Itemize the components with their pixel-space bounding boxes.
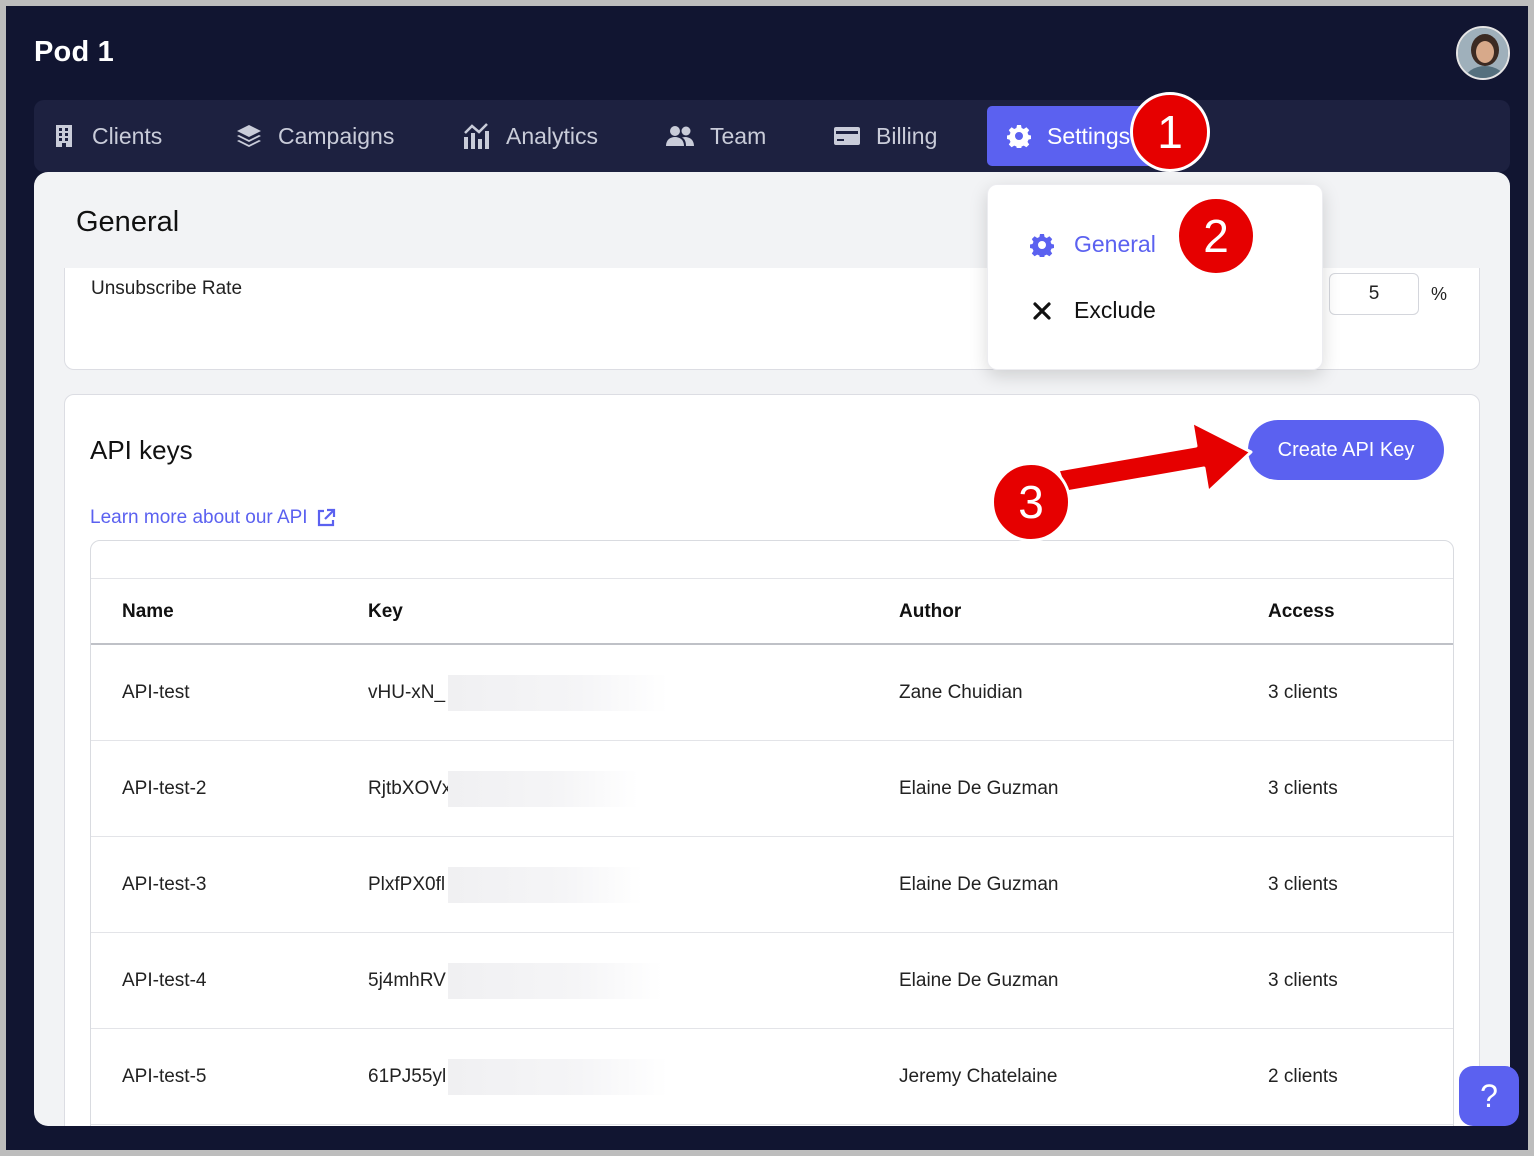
nav-analytics-label: Analytics [506,122,599,149]
users-icon [666,126,694,146]
step-3-badge: 3 [991,462,1071,542]
cell-key: 5j4mhRV [368,970,446,991]
gear-icon [1007,125,1031,148]
app-window: Pod 1 Clients Campaigns Analytics Team B… [6,6,1528,1150]
cell-author: Elaine De Guzman [899,778,1059,799]
nav-billing-label: Billing [876,122,938,149]
cell-key: vHU-xN_ [368,682,446,703]
cell-access: 3 clients [1268,682,1338,703]
column-header-name[interactable]: Name [122,601,174,623]
cell-key: 61PJ55yl [368,1066,447,1087]
cell-name: API-test-2 [122,778,207,799]
cell-author: Jeremy Chatelaine [899,1066,1058,1087]
column-header-author[interactable]: Author [899,601,961,623]
redacted-key-blur [448,771,638,807]
app-title: Pod 1 [34,36,114,68]
api-keys-card: API keys Learn more about our API Create… [64,394,1480,1126]
nav-settings-label: Settings [1047,122,1131,149]
api-keys-table: Name Key Author Access API-test vHU-xN_ … [90,540,1454,1126]
cell-author: Zane Chuidian [899,682,1023,703]
credit-card-icon [834,127,860,145]
table-header: Name Key Author Access [91,578,1453,645]
step-1-badge: 1 [1130,92,1210,172]
nav-settings[interactable]: Settings [987,106,1155,166]
table-row[interactable]: API-test-4 5j4mhRV Elaine De Guzman 3 cl… [91,933,1453,1029]
gear-icon [1030,233,1054,257]
cell-key: RjtbXOVx [368,778,452,799]
cell-name: API-test-5 [122,1066,207,1087]
menu-item-exclude[interactable]: Exclude [1030,297,1156,324]
nav-campaigns-label: Campaigns [278,122,395,149]
menu-item-general[interactable]: General [1030,231,1156,258]
nav-campaigns[interactable]: Campaigns [236,100,394,172]
unsubscribe-rate-input[interactable]: 5 [1329,273,1419,315]
redacted-key-blur [448,867,643,903]
column-header-access[interactable]: Access [1268,601,1335,623]
table-row[interactable]: API-test-3 PlxfPX0fl Elaine De Guzman 3 … [91,837,1453,933]
cell-access: 3 clients [1268,874,1338,895]
user-photo-icon [1458,28,1508,78]
help-button[interactable]: ? [1459,1066,1519,1126]
cell-author: Elaine De Guzman [899,970,1059,991]
avatar[interactable] [1456,26,1510,80]
cell-author: Elaine De Guzman [899,874,1059,895]
table-row[interactable]: API-test-2 RjtbXOVx Elaine De Guzman 3 c… [91,741,1453,837]
settings-dropdown-menu: General Exclude [987,184,1323,370]
unsubscribe-rate-label: Unsubscribe Rate [91,278,243,299]
redacted-key-blur [448,1059,668,1095]
nav-team-label: Team [710,122,767,149]
nav-billing[interactable]: Billing [834,100,937,172]
table-row[interactable]: API-test vHU-xN_ Zane Chuidian 3 clients [91,645,1453,741]
chart-icon [464,123,489,149]
nav-clients[interactable]: Clients [54,100,162,172]
nav-analytics[interactable]: Analytics [462,100,598,172]
learn-more-link[interactable]: Learn more about our API [90,507,336,529]
page-title: General [76,206,180,238]
cell-access: 2 clients [1268,1066,1338,1087]
unsubscribe-rate-unit: % [1431,284,1448,304]
main-nav: Clients Campaigns Analytics Team Billing… [34,100,1510,172]
building-icon [56,125,72,147]
menu-item-exclude-label: Exclude [1074,297,1156,323]
cell-name: API-test-3 [122,874,207,895]
api-keys-title: API keys [90,435,193,465]
close-icon [1033,301,1051,320]
nav-team[interactable]: Team [666,100,766,172]
cell-access: 3 clients [1268,970,1338,991]
learn-more-label: Learn more about our API [90,507,308,528]
layers-icon [237,125,261,147]
create-api-key-button[interactable]: Create API Key [1248,420,1444,480]
cell-key: PlxfPX0fl [368,874,446,895]
cell-name: API-test [122,682,190,703]
redacted-key-blur [448,963,663,999]
step-2-badge: 2 [1176,196,1256,276]
table-row[interactable]: API-test-5 61PJ55yl Jeremy Chatelaine 2 … [91,1029,1453,1125]
nav-clients-label: Clients [92,122,163,149]
redacted-key-blur [448,675,668,711]
cell-access: 3 clients [1268,778,1338,799]
cell-name: API-test-4 [122,970,207,991]
column-header-key[interactable]: Key [368,601,403,623]
menu-item-general-label: General [1074,231,1156,257]
external-link-icon [317,508,335,527]
